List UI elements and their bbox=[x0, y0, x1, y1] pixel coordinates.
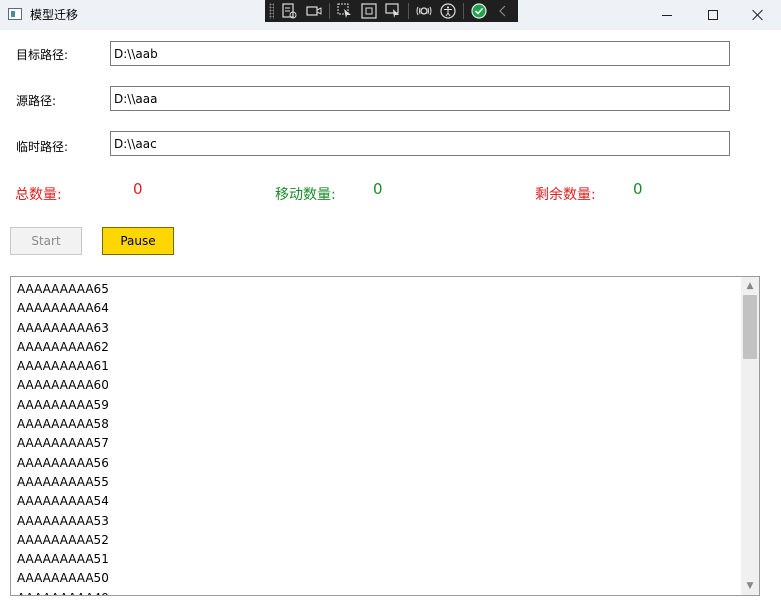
scroll-down-icon[interactable]: ▼ bbox=[741, 578, 759, 594]
log-list: AAAAAAAAA65 AAAAAAAAA64 AAAAAAAAA63 AAAAAAA… bbox=[17, 280, 109, 595]
record-icon[interactable] bbox=[305, 0, 323, 22]
list-item[interactable]: AAAAAAAAA60 bbox=[17, 376, 109, 395]
maximize-icon bbox=[708, 10, 718, 20]
list-item[interactable]: AAAAAAAAA56 bbox=[17, 454, 109, 473]
target-path-label: 目标路径: bbox=[16, 48, 69, 62]
drag-grip-icon[interactable] bbox=[269, 3, 275, 19]
temp-path-input[interactable] bbox=[110, 131, 730, 156]
close-icon bbox=[752, 9, 764, 21]
moved-count-value: 0 bbox=[373, 180, 383, 198]
list-item[interactable]: AAAAAAAAA61 bbox=[17, 357, 109, 376]
window-title: 模型迁移 bbox=[30, 8, 79, 22]
pause-button[interactable]: Pause bbox=[102, 227, 174, 255]
debug-toolbar bbox=[265, 0, 518, 22]
hot-reload-icon[interactable] bbox=[415, 0, 433, 22]
list-item[interactable]: AAAAAAAAA51 bbox=[17, 550, 109, 569]
start-button[interactable]: Start bbox=[10, 227, 82, 255]
total-count-value: 0 bbox=[133, 180, 143, 198]
list-item[interactable]: AAAAAAAAA53 bbox=[17, 512, 109, 531]
list-item[interactable]: AAAAAAAAA50 bbox=[17, 569, 109, 588]
select-element-icon[interactable] bbox=[336, 0, 354, 22]
temp-path-label: 临时路径: bbox=[16, 140, 69, 154]
display-layout-adorners-icon[interactable] bbox=[360, 0, 378, 22]
list-item[interactable]: AAAAAAAAA57 bbox=[17, 434, 109, 453]
remaining-count-label: 剩余数量: bbox=[535, 187, 596, 203]
list-item[interactable]: AAAAAAAAA63 bbox=[17, 319, 109, 338]
app-window-icon bbox=[8, 8, 22, 20]
list-item[interactable]: AAAAAAAAA52 bbox=[17, 531, 109, 550]
toolbar-separator bbox=[462, 3, 464, 19]
track-focus-icon[interactable] bbox=[384, 0, 402, 22]
log-list-box[interactable]: AAAAAAAAA65 AAAAAAAAA64 AAAAAAAAA63 AAAAAAA… bbox=[10, 276, 760, 596]
check-icon[interactable] bbox=[470, 0, 488, 22]
vertical-scrollbar[interactable]: ▲ ▼ bbox=[741, 277, 759, 595]
total-count-label: 总数量: bbox=[15, 187, 62, 203]
toolbar-separator bbox=[328, 3, 330, 19]
minimize-button[interactable] bbox=[644, 0, 690, 30]
target-path-input[interactable] bbox=[110, 41, 730, 66]
collapse-chevron-icon[interactable] bbox=[494, 0, 512, 22]
list-item[interactable]: AAAAAAAAA62 bbox=[17, 338, 109, 357]
close-button[interactable] bbox=[735, 0, 781, 30]
scroll-up-icon[interactable]: ▲ bbox=[741, 278, 759, 294]
list-item[interactable]: AAAAAAAAA54 bbox=[17, 492, 109, 511]
list-item[interactable]: AAAAAAAAA55 bbox=[17, 473, 109, 492]
moved-count-label: 移动数量: bbox=[275, 187, 336, 203]
accessibility-icon[interactable] bbox=[439, 0, 457, 22]
live-visual-tree-icon[interactable] bbox=[280, 0, 298, 22]
list-item[interactable]: AAAAAAAAA49 bbox=[17, 589, 109, 595]
source-path-input[interactable] bbox=[110, 86, 730, 111]
maximize-button[interactable] bbox=[690, 0, 736, 30]
scroll-thumb[interactable] bbox=[743, 295, 757, 359]
remaining-count-value: 0 bbox=[633, 180, 643, 198]
minimize-icon bbox=[662, 14, 672, 16]
list-item[interactable]: AAAAAAAAA59 bbox=[17, 396, 109, 415]
toolbar-separator bbox=[407, 3, 409, 19]
list-item[interactable]: AAAAAAAAA58 bbox=[17, 415, 109, 434]
list-item[interactable]: AAAAAAAAA64 bbox=[17, 299, 109, 318]
source-path-label: 源路径: bbox=[16, 94, 57, 108]
list-item[interactable]: AAAAAAAAA65 bbox=[17, 280, 109, 299]
